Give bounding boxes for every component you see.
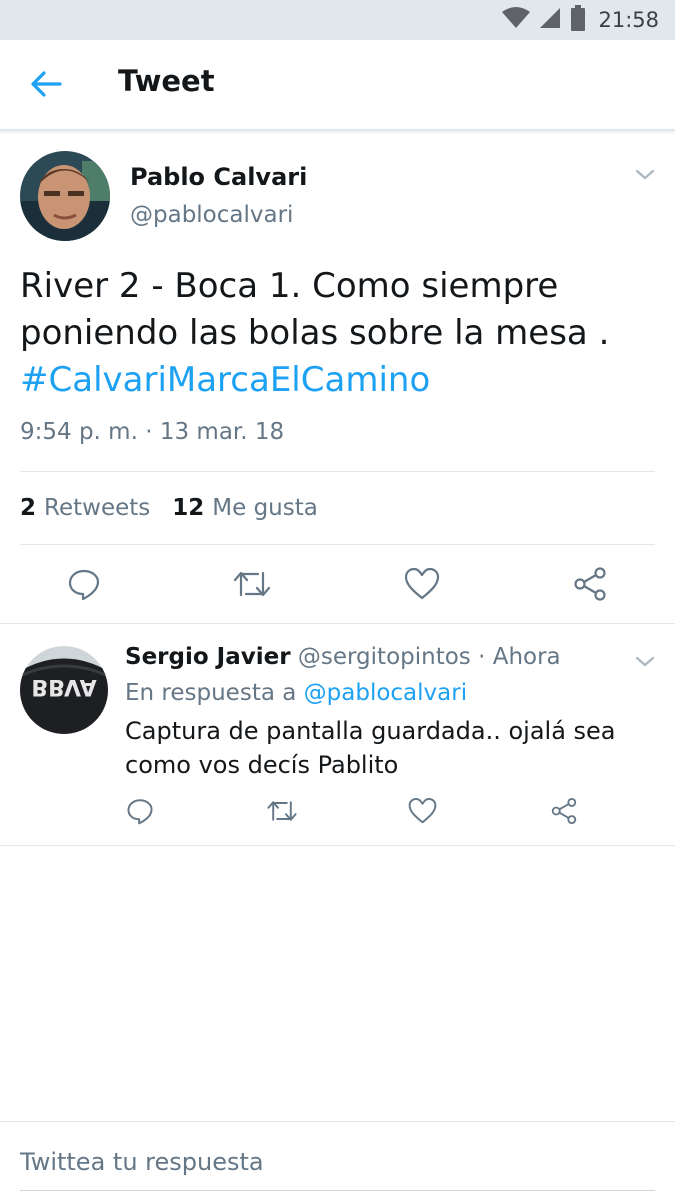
reply-input[interactable]: Twittea tu respuesta [20, 1148, 264, 1176]
likes-count: 12 [172, 495, 205, 521]
retweet-icon[interactable] [264, 796, 300, 826]
reply-text: Captura de pantalla guardada.. ojalá sea… [125, 714, 625, 782]
retweets-label: Retweets [44, 495, 151, 521]
reply-context-prefix: En respuesta a [125, 680, 297, 706]
tweet-timestamp: 9:54 p. m. · 13 mar. 18 [20, 419, 285, 445]
reply-header: Sergio Javier @sergitopintos · Ahora [125, 644, 561, 670]
status-time: 21:58 [598, 8, 659, 32]
reply-context: En respuesta a @pablocalvari [125, 680, 467, 706]
app-bar: Tweet [0, 40, 675, 131]
battery-icon [570, 5, 586, 35]
avatar-text: BBVA [31, 674, 96, 699]
retweets-count: 2 [20, 495, 37, 521]
tweet-text-line: poniendo las bolas sobre la mesa . [20, 313, 610, 353]
input-underline [20, 1190, 655, 1191]
reply-author-name[interactable]: Sergio Javier [125, 644, 291, 670]
like-icon[interactable] [406, 796, 438, 826]
cell-signal-icon [538, 6, 562, 34]
retweets-stat[interactable]: 2 Retweets [20, 495, 150, 521]
chevron-down-icon[interactable] [633, 650, 657, 674]
author-name[interactable]: Pablo Calvari [130, 163, 307, 191]
reply-icon[interactable] [64, 566, 104, 602]
reply-author-handle[interactable]: @sergitopintos [298, 644, 471, 670]
share-icon[interactable] [548, 796, 580, 826]
reply-time: · Ahora [478, 644, 561, 670]
divider [20, 471, 655, 472]
retweet-icon[interactable] [230, 566, 274, 602]
tweet-actions [0, 558, 675, 608]
hashtag-link[interactable]: #CalvariMarcaElCamino [20, 357, 640, 404]
status-icons: 21:58 [502, 5, 659, 35]
wifi-icon [502, 6, 531, 34]
status-bar: 21:58 [0, 0, 675, 40]
tweet-text-line: River 2 - Boca 1. Como siempre [20, 266, 559, 306]
share-icon[interactable] [570, 566, 610, 602]
tweet-stats: 2 Retweets 12 Me gusta [20, 495, 318, 521]
likes-label: Me gusta [212, 495, 318, 521]
reply-actions [0, 792, 675, 832]
avatar[interactable]: BBVA [20, 646, 108, 734]
author-handle[interactable]: @pablocalvari [130, 202, 293, 228]
avatar[interactable] [20, 151, 110, 241]
mention-link[interactable]: @pablocalvari [304, 680, 467, 706]
reply-text-line: como vos decís Pablito [125, 751, 399, 779]
chevron-down-icon[interactable] [633, 163, 657, 187]
reply-text-line: Captura de pantalla guardada.. ojalá sea [125, 717, 616, 745]
reply-icon[interactable] [124, 796, 156, 826]
page-title: Tweet [118, 64, 215, 98]
divider [20, 544, 655, 545]
reply-composer: Twittea tu respuesta [0, 1121, 675, 1200]
like-icon[interactable] [402, 566, 442, 602]
likes-stat[interactable]: 12 Me gusta [172, 495, 318, 521]
back-button[interactable] [24, 66, 68, 106]
tweet-text: River 2 - Boca 1. Como siempre poniendo … [20, 263, 640, 404]
arrow-left-icon [30, 70, 62, 102]
reply-tweet[interactable]: BBVA Sergio Javier @sergitopintos · Ahor… [0, 625, 675, 846]
main-tweet: Pablo Calvari @pablocalvari River 2 - Bo… [0, 133, 675, 624]
